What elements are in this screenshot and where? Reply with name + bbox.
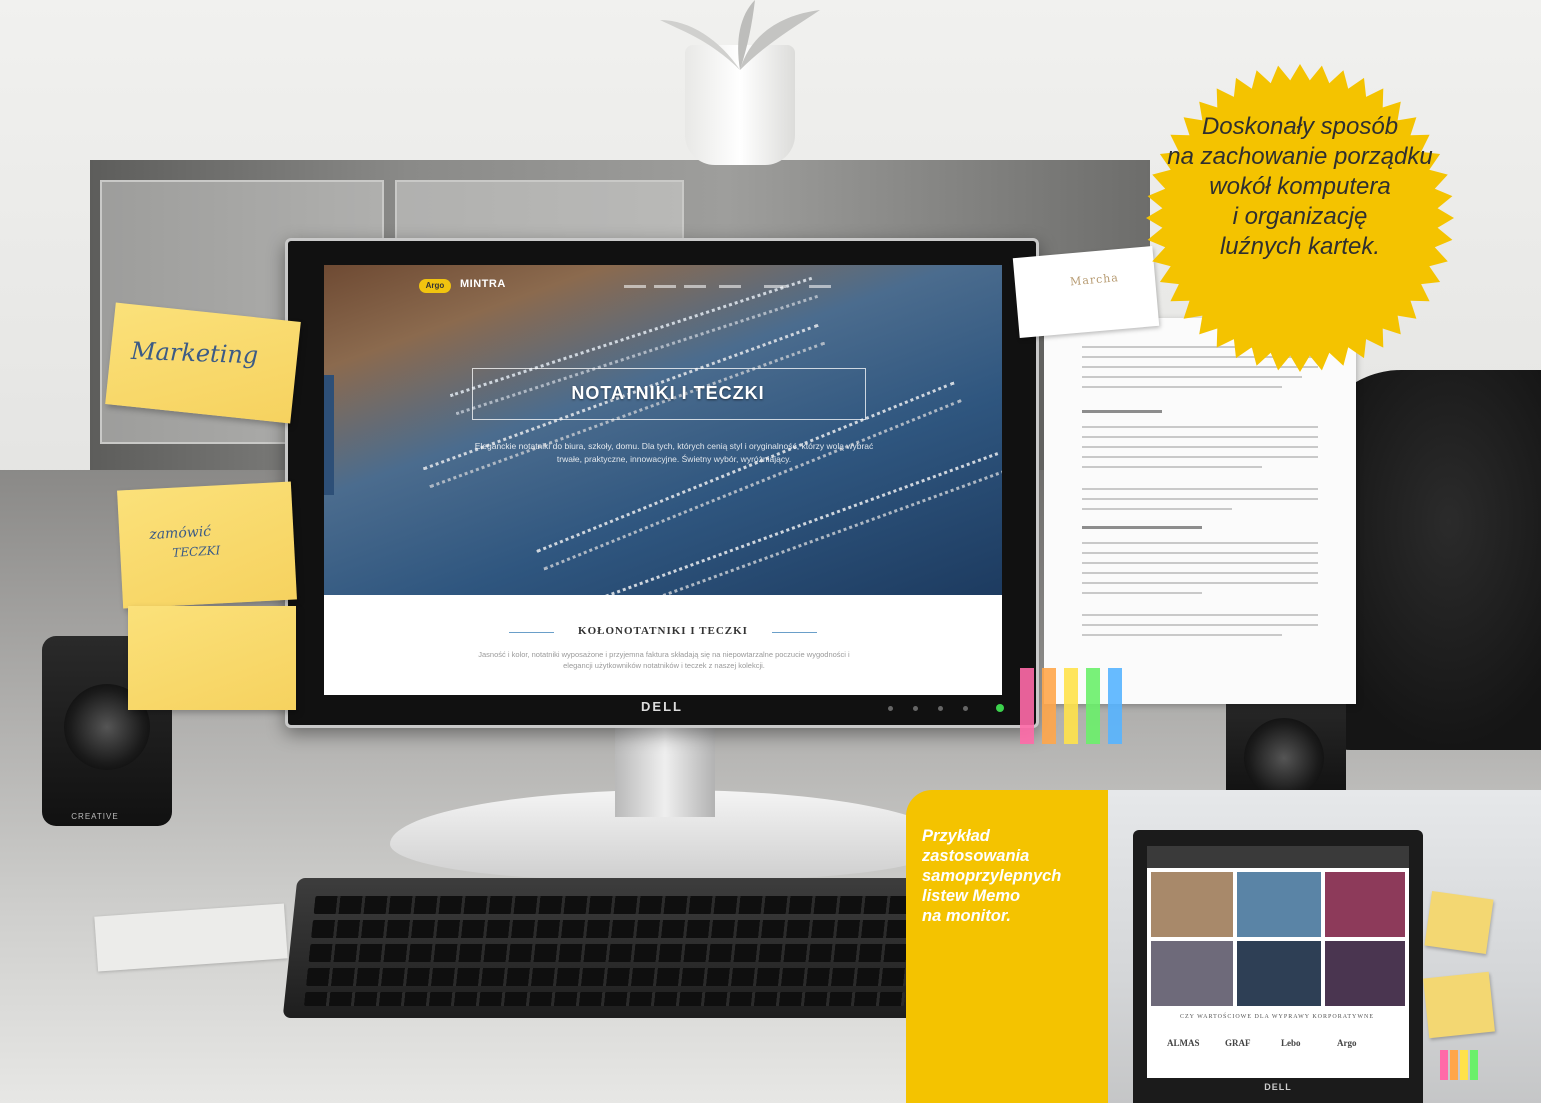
sticky-note-text: TECZKI <box>171 543 221 560</box>
monitor-screen: Argo MINTRA NOTATNIKI I TECZKI Elegancki… <box>324 265 1002 695</box>
inset-monitor: CZY WARTOŚCIOWE DLA WYPRAWY KORPORATYWNE… <box>1133 830 1423 1103</box>
inset-monitor-brand: DELL <box>1264 1082 1292 1092</box>
sticky-note-marketing: Marketing <box>105 302 301 424</box>
inset-memo-tab <box>1460 1050 1468 1080</box>
monitor: Argo MINTRA NOTATNIKI I TECZKI Elegancki… <box>285 238 1039 728</box>
sticky-note-text: zamówić <box>148 523 212 543</box>
hero-title: NOTATNIKI I TECZKI <box>571 383 765 403</box>
inset-caption: CZY WARTOŚCIOWE DLA WYPRAWY KORPORATYWNE <box>1179 1014 1375 1020</box>
inset-logo: Argo <box>1337 1038 1357 1048</box>
inset-sticky-note <box>1423 971 1495 1039</box>
inset-logo: Lebo <box>1281 1038 1301 1048</box>
business-card: Marcha <box>1012 246 1160 338</box>
sticky-note-text: Marketing <box>130 336 259 370</box>
caption-text: Przykład zastosowania samoprzylepnych li… <box>922 826 1092 926</box>
memo-tab-yellow <box>1064 668 1078 744</box>
office-photo: CREATIVE Argo MINTRA NOTATNIKI I TECZKI … <box>0 0 1541 1103</box>
inset-memo-tab <box>1440 1050 1448 1080</box>
caption-line: zastosowania <box>922 847 1030 865</box>
paper-document <box>1044 318 1356 704</box>
nav-item[interactable] <box>719 285 741 288</box>
monitor-stand-neck <box>615 722 715 817</box>
memo-tab-orange <box>1042 668 1056 744</box>
website-nav: Argo MINTRA <box>324 265 1002 305</box>
monitor-button[interactable] <box>888 706 893 711</box>
nav-item[interactable] <box>654 285 676 288</box>
nav-item[interactable] <box>809 285 831 288</box>
hero-subtitle: Eleganckie notatniki do biura, szkoły, d… <box>424 440 924 466</box>
caption-line: listew Memo <box>922 887 1021 905</box>
memo-tab-blue <box>1108 668 1122 744</box>
caption-line: samoprzylepnych <box>922 867 1062 885</box>
plant-leaves <box>660 0 820 70</box>
monitor-button[interactable] <box>913 706 918 711</box>
headline-line: i organizację <box>1232 203 1368 230</box>
inset-memo-tab <box>1450 1050 1458 1080</box>
headline-line: wokół komputera <box>1209 173 1391 200</box>
sticky-note-blank <box>128 606 296 710</box>
nav-item[interactable] <box>624 285 646 288</box>
website-logo-text[interactable]: MINTRA <box>460 278 506 290</box>
nav-item[interactable] <box>684 285 706 288</box>
headline-line: na zachowanie porządku <box>1167 143 1433 170</box>
section-title: KOŁONOTATNIKI I TECZKI <box>578 625 748 637</box>
website-side-tab <box>324 375 334 495</box>
memo-tab-pink <box>1020 668 1034 744</box>
hero-subtitle-line: Eleganckie notatniki do biura, szkoły, d… <box>474 441 874 451</box>
power-button[interactable] <box>996 704 1004 712</box>
caption-line: na monitor. <box>922 907 1011 925</box>
headline-line: Doskonały sposób <box>1201 113 1399 140</box>
memo-tab-green <box>1086 668 1100 744</box>
speaker-brand: CREATIVE <box>71 812 119 821</box>
inset-memo-tab <box>1470 1050 1478 1080</box>
right-speaker <box>1226 690 1346 800</box>
sticky-note-order: zamówić TECZKI <box>117 481 297 609</box>
caption-line: Przykład <box>922 827 990 845</box>
headline-line: luźnych kartek. <box>1219 233 1381 260</box>
nav-item[interactable] <box>764 285 786 288</box>
monitor-button[interactable] <box>938 706 943 711</box>
monitor-button[interactable] <box>963 706 968 711</box>
inset-photo: CZY WARTOŚCIOWE DLA WYPRAWY KORPORATYWNE… <box>1108 790 1541 1103</box>
section-text: Jasność i kolor, notatniki wyposażone i … <box>414 649 914 671</box>
keyboard <box>282 878 938 1018</box>
inset-logo: GRAF <box>1225 1038 1251 1048</box>
business-card-text: Marcha <box>1069 271 1120 289</box>
website-hero: Argo MINTRA NOTATNIKI I TECZKI Elegancki… <box>324 265 1002 595</box>
starburst-headline: Doskonały sposób na zachowanie porządku … <box>1160 112 1440 262</box>
inset-sticky-note <box>1424 890 1494 955</box>
website-logo-badge[interactable]: Argo <box>419 279 451 293</box>
section-text-line: Jasność i kolor, notatniki wyposażone i … <box>478 650 850 659</box>
section-text-line: elegancji użytkowników notatników i tecz… <box>563 661 765 670</box>
monitor-brand: DELL <box>641 699 683 714</box>
inset-logo: ALMAS <box>1167 1038 1200 1048</box>
hero-subtitle-line: trwałe, praktyczne, innowacyjne. Świetny… <box>556 454 792 464</box>
inset-monitor-screen: CZY WARTOŚCIOWE DLA WYPRAWY KORPORATYWNE… <box>1147 846 1409 1078</box>
